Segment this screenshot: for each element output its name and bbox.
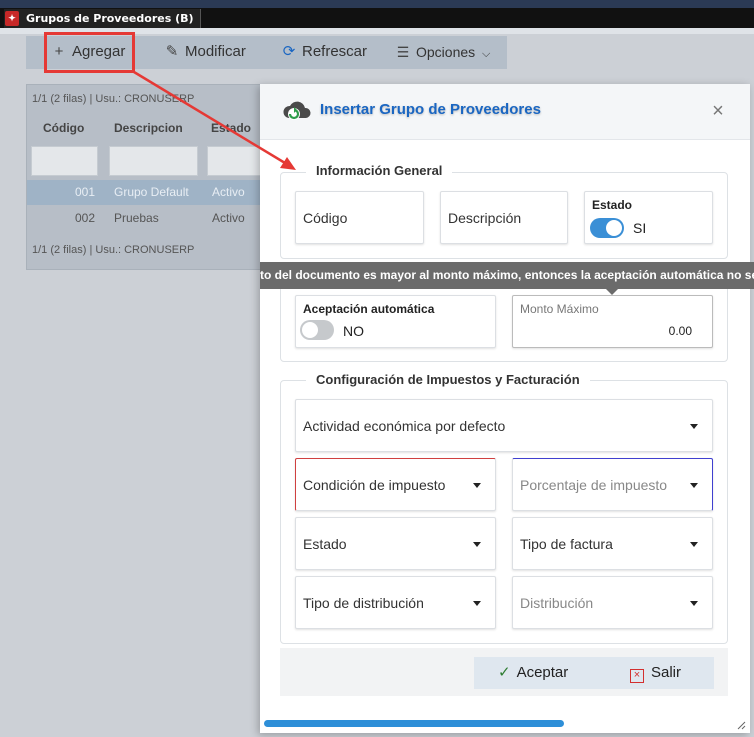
sliders-icon: ☰ [396,44,410,60]
window-titlebar: Grupos de Proveedores (B) ✦ [0,0,754,34]
edit-button[interactable]: ✎ Modificar [163,36,246,69]
auto-accept-toggle-value: NO [343,323,364,339]
chevron-down-icon [473,601,481,606]
status-toggle-value: SI [633,220,647,236]
distribution-type-select[interactable]: Tipo de distribución [295,576,496,629]
accept-button[interactable]: ✓ Aceptar [498,657,568,689]
max-amount-field[interactable]: Monto Máximo 0.00 [512,295,713,348]
max-amount-value: 0.00 [668,324,692,338]
edit-button-label: Modificar [185,43,246,60]
cell-description: Pruebas [114,211,159,225]
pencil-icon: ✎ [165,43,179,60]
resize-grip-icon[interactable] [736,720,746,730]
cell-code: 001 [75,185,96,199]
distribution-label: Distribución [520,595,594,611]
cell-status: Activo [212,185,245,199]
auto-accept-label: Aceptación automática [303,302,435,316]
cloud-sync-icon [283,101,311,120]
state-select[interactable]: Estado [295,517,496,570]
grid-info-top: 1/1 (2 filas) | Usu.: CRONUSERP [32,93,195,105]
auto-accept-toggle[interactable] [300,320,334,340]
table-row[interactable]: 001 Grupo Default Activo [27,180,285,205]
tab-title: Grupos de Proveedores (B) [26,12,194,25]
chevron-down-icon: ⌵ [482,48,491,60]
exit-button[interactable]: × Salir [630,657,681,689]
refresh-button[interactable]: ⟳ Refrescar [280,36,367,69]
economic-activity-select[interactable]: Actividad económica por defecto [295,399,713,452]
column-header-description[interactable]: Descripcion [114,121,183,135]
description-field-label: Descripción [448,210,522,226]
chevron-down-icon [690,542,698,547]
tax-percentage-label: Porcentaje de impuesto [520,477,668,493]
column-header-status[interactable]: Estado [211,121,251,135]
distribution-type-label: Tipo de distribución [303,595,424,611]
status-field-label: Estado [592,198,633,212]
tax-condition-select[interactable]: Condición de impuesto [295,458,496,511]
chevron-down-icon [690,424,698,429]
description-field[interactable]: Descripción [440,191,568,244]
insert-group-dialog: Insertar Grupo de Proveedores × Informac… [260,84,750,733]
chevron-down-icon [473,483,481,488]
tax-condition-label: Condición de impuesto [303,477,446,493]
filter-code-input[interactable] [31,146,98,176]
check-icon: ✓ [498,664,511,681]
options-button-label: Opciones [416,44,476,60]
dialog-header: Insertar Grupo de Proveedores × [260,84,750,140]
tax-percentage-select[interactable]: Porcentaje de impuesto [512,458,713,511]
status-field: Estado SI [584,191,713,244]
horizontal-scrollbar[interactable] [264,720,564,727]
max-amount-label: Monto Máximo [520,302,599,316]
distribution-select[interactable]: Distribución [512,576,713,629]
options-button[interactable]: ☰ Opciones ⌵ [394,36,491,69]
refresh-button-label: Refrescar [302,43,368,60]
chevron-down-icon [690,483,698,488]
cell-code: 002 [75,211,96,225]
column-header-code[interactable]: Código [43,121,84,135]
dialog-title: Insertar Grupo de Proveedores [320,101,541,118]
economic-activity-label: Actividad económica por defecto [303,418,506,434]
state-select-label: Estado [303,536,347,552]
cell-description: Grupo Default [114,185,189,199]
tooltip-arrow [606,289,618,295]
grid-info-bottom: 1/1 (2 filas) | Usu.: CRONUSERP [32,244,195,256]
code-field[interactable]: Código [295,191,424,244]
app-logo-icon: ✦ [5,11,19,26]
tax-config-legend: Configuración de Impuestos y Facturación [306,372,590,387]
auto-accept-field: Aceptación automática NO [295,295,496,348]
filter-description-input[interactable] [109,146,198,176]
code-field-label: Código [303,210,348,226]
general-info-legend: Información General [306,163,453,178]
tab-grupos-proveedores[interactable]: Grupos de Proveedores (B) [4,9,201,28]
invoice-type-label: Tipo de factura [520,536,613,552]
close-box-icon: × [630,669,644,683]
tooltip: to del documento es mayor al monto máxim… [260,262,754,289]
accept-button-label: Aceptar [516,664,569,681]
invoice-type-select[interactable]: Tipo de factura [512,517,713,570]
tooltip-text: to del documento es mayor al monto máxim… [260,268,754,282]
table-row[interactable]: 002 Pruebas Activo [27,206,285,231]
top-strip [0,0,754,8]
close-icon[interactable]: × [709,101,727,121]
data-grid: 1/1 (2 filas) | Usu.: CRONUSERP Código D… [26,84,286,270]
highlight-box [44,32,135,73]
cell-status: Activo [212,211,245,225]
status-toggle[interactable] [590,218,624,238]
exit-button-label: Salir [651,664,682,681]
chevron-down-icon [690,601,698,606]
chevron-down-icon [473,542,481,547]
refresh-icon: ⟳ [282,43,296,60]
dialog-button-bar: ✓ Aceptar × Salir [474,657,714,689]
